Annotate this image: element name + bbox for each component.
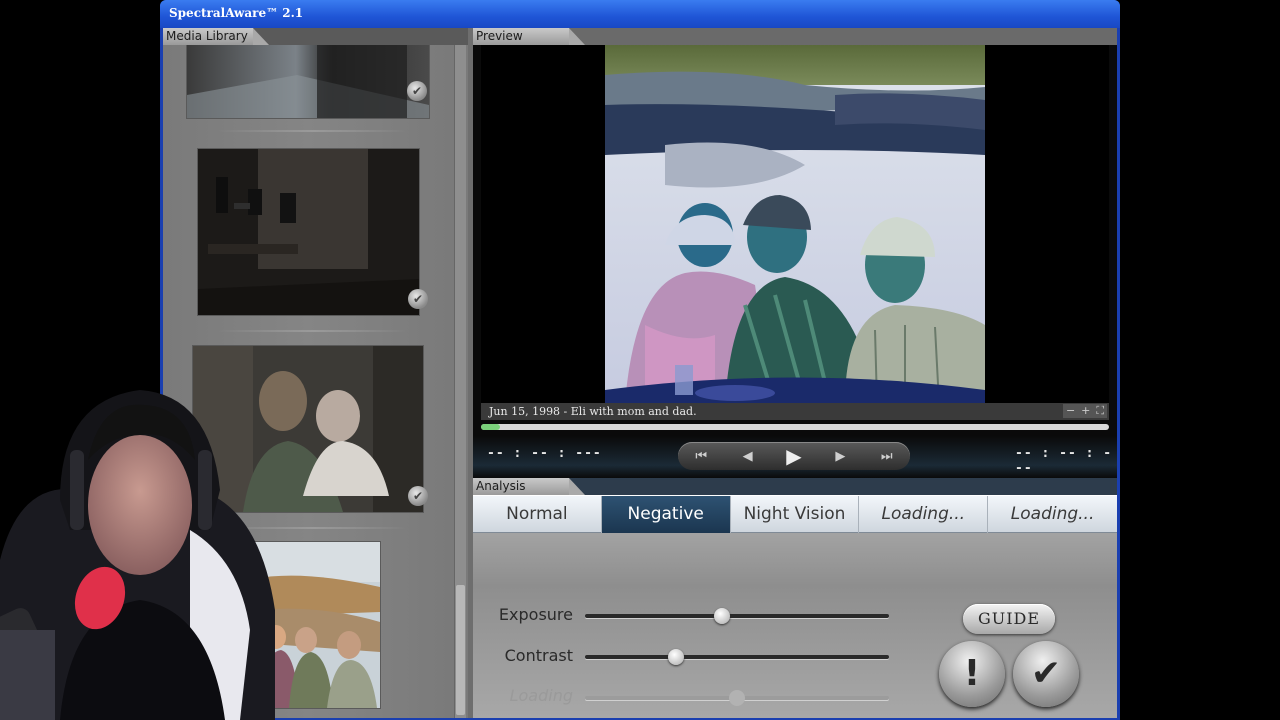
skip-forward-icon[interactable]: ⏭ xyxy=(871,449,903,464)
mode-tab-normal[interactable]: Normal xyxy=(473,496,602,533)
skip-back-icon[interactable]: ⏮ xyxy=(685,449,717,464)
checkmark-icon[interactable]: ✔ xyxy=(408,289,428,309)
webcam-overlay xyxy=(0,390,275,720)
total-timecode: -- : -- : --- xyxy=(1015,446,1113,476)
exposure-slider[interactable] xyxy=(585,608,889,624)
checkmark-icon[interactable]: ✔ xyxy=(408,486,428,506)
media-thumbnail[interactable]: ✔ xyxy=(187,45,429,118)
mode-tab-loading[interactable]: Loading... xyxy=(859,496,989,533)
thumbnail-image xyxy=(187,45,429,118)
playback-progress-fill xyxy=(481,424,500,430)
loading-slider xyxy=(585,690,889,706)
thumbnail-image xyxy=(198,149,419,315)
title-bar[interactable]: SpectralAware™ 2.1 xyxy=(160,0,1120,28)
window-title: SpectralAware™ 2.1 xyxy=(169,6,304,20)
transport-row: -- : -- : --- ⏮ ◀ ▶ ▶ ⏭ -- : -- : --- xyxy=(473,436,1117,478)
mode-tab-loading[interactable]: Loading... xyxy=(988,496,1117,533)
exposure-slider-knob[interactable] xyxy=(713,608,730,624)
photo-caption: Jun 15, 1998 - Eli with mom and dad. xyxy=(489,405,697,418)
video-display[interactable] xyxy=(481,45,1109,403)
contrast-slider-knob[interactable] xyxy=(668,649,685,665)
negative-photo xyxy=(605,45,985,403)
analysis-mode-tabs: Normal Negative Night Vision Loading... … xyxy=(473,495,1117,533)
window-client: Media Library ✔ ✔ ✔ Preview Jun 15, 1998… xyxy=(163,28,1117,718)
analysis-label: Analysis xyxy=(473,478,585,495)
app-window: SpectralAware™ 2.1 Media Library ✔ ✔ ✔ P… xyxy=(160,0,1120,720)
zoom-out-button[interactable]: − xyxy=(1066,404,1075,418)
analysis-panel: Analysis Normal Negative Night Vision Lo… xyxy=(473,478,1117,718)
exposure-label: Exposure xyxy=(498,605,573,624)
desktop: SpectralAware™ 2.1 Media Library ✔ ✔ ✔ P… xyxy=(0,0,1280,720)
media-library-label: Media Library xyxy=(163,28,269,45)
media-thumbnail[interactable]: ✔ xyxy=(198,149,428,315)
caption-bar: Jun 15, 1998 - Eli with mom and dad. − +… xyxy=(481,403,1109,420)
elapsed-timecode: -- : -- : --- xyxy=(487,446,602,461)
preview-panel: Preview Jun 15, 1998 - Eli with mom and … xyxy=(473,28,1117,478)
guide-button[interactable]: GUIDE xyxy=(963,604,1055,634)
loading-slider-knob xyxy=(729,690,745,706)
zoom-in-button[interactable]: + xyxy=(1081,404,1090,418)
divider xyxy=(218,330,408,332)
checkmark-icon[interactable]: ✔ xyxy=(407,81,427,101)
transport-controls: ⏮ ◀ ▶ ▶ ⏭ xyxy=(678,442,910,470)
contrast-slider[interactable] xyxy=(585,649,889,665)
loading-slider-label: Loading xyxy=(509,686,573,705)
confirm-button[interactable]: ✔ xyxy=(1013,641,1079,707)
step-back-icon[interactable]: ◀ xyxy=(732,449,764,464)
play-icon[interactable]: ▶ xyxy=(778,444,810,468)
mode-tab-negative[interactable]: Negative xyxy=(601,496,731,533)
mode-tab-night-vision[interactable]: Night Vision xyxy=(731,496,860,533)
step-forward-icon[interactable]: ▶ xyxy=(824,449,856,464)
alert-button[interactable]: ! xyxy=(939,641,1005,707)
playback-progress-bar[interactable] xyxy=(481,424,1109,430)
fullscreen-icon[interactable]: ⛶ xyxy=(1096,404,1104,418)
preview-label: Preview xyxy=(473,28,585,45)
media-library-scrollbar[interactable] xyxy=(454,45,466,718)
scrollbar-thumb[interactable] xyxy=(456,585,465,715)
divider xyxy=(218,130,408,132)
zoom-controls: − + ⛶ xyxy=(1063,404,1107,418)
contrast-label: Contrast xyxy=(504,646,573,665)
